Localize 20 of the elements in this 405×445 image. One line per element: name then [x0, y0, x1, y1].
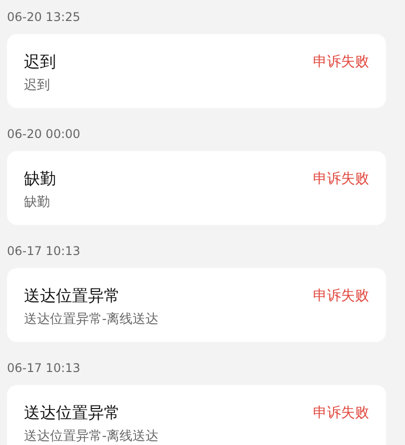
record-title: 送达位置异常: [24, 285, 121, 307]
record-time: 06-17 10:13: [7, 243, 80, 260]
record-title: 迟到: [24, 51, 56, 73]
record-time: 06-20 13:25: [7, 9, 80, 26]
record-time: 06-17 10:13: [7, 360, 80, 377]
appeal-status: 申诉失败: [313, 171, 369, 187]
record-title: 缺勤: [24, 168, 56, 190]
record-card[interactable]: 送达位置异常 送达位置异常-离线送达 申诉失败: [7, 268, 386, 342]
record-card[interactable]: 送达位置异常 送达位置异常-离线送达 申诉失败: [7, 385, 386, 445]
record-detail: 缺勤: [24, 194, 51, 212]
record-card[interactable]: 缺勤 缺勤 申诉失败: [7, 151, 386, 225]
record-card[interactable]: 迟到 迟到 申诉失败: [7, 34, 386, 108]
record-detail: 送达位置异常-离线送达: [24, 311, 159, 329]
appeal-status: 申诉失败: [313, 405, 369, 421]
appeal-status: 申诉失败: [313, 288, 369, 304]
appeal-status: 申诉失败: [313, 54, 369, 70]
record-detail: 送达位置异常-离线送达: [24, 428, 159, 445]
record-detail: 迟到: [24, 77, 51, 95]
record-time: 06-20 00:00: [7, 126, 80, 143]
record-title: 送达位置异常: [24, 402, 121, 424]
